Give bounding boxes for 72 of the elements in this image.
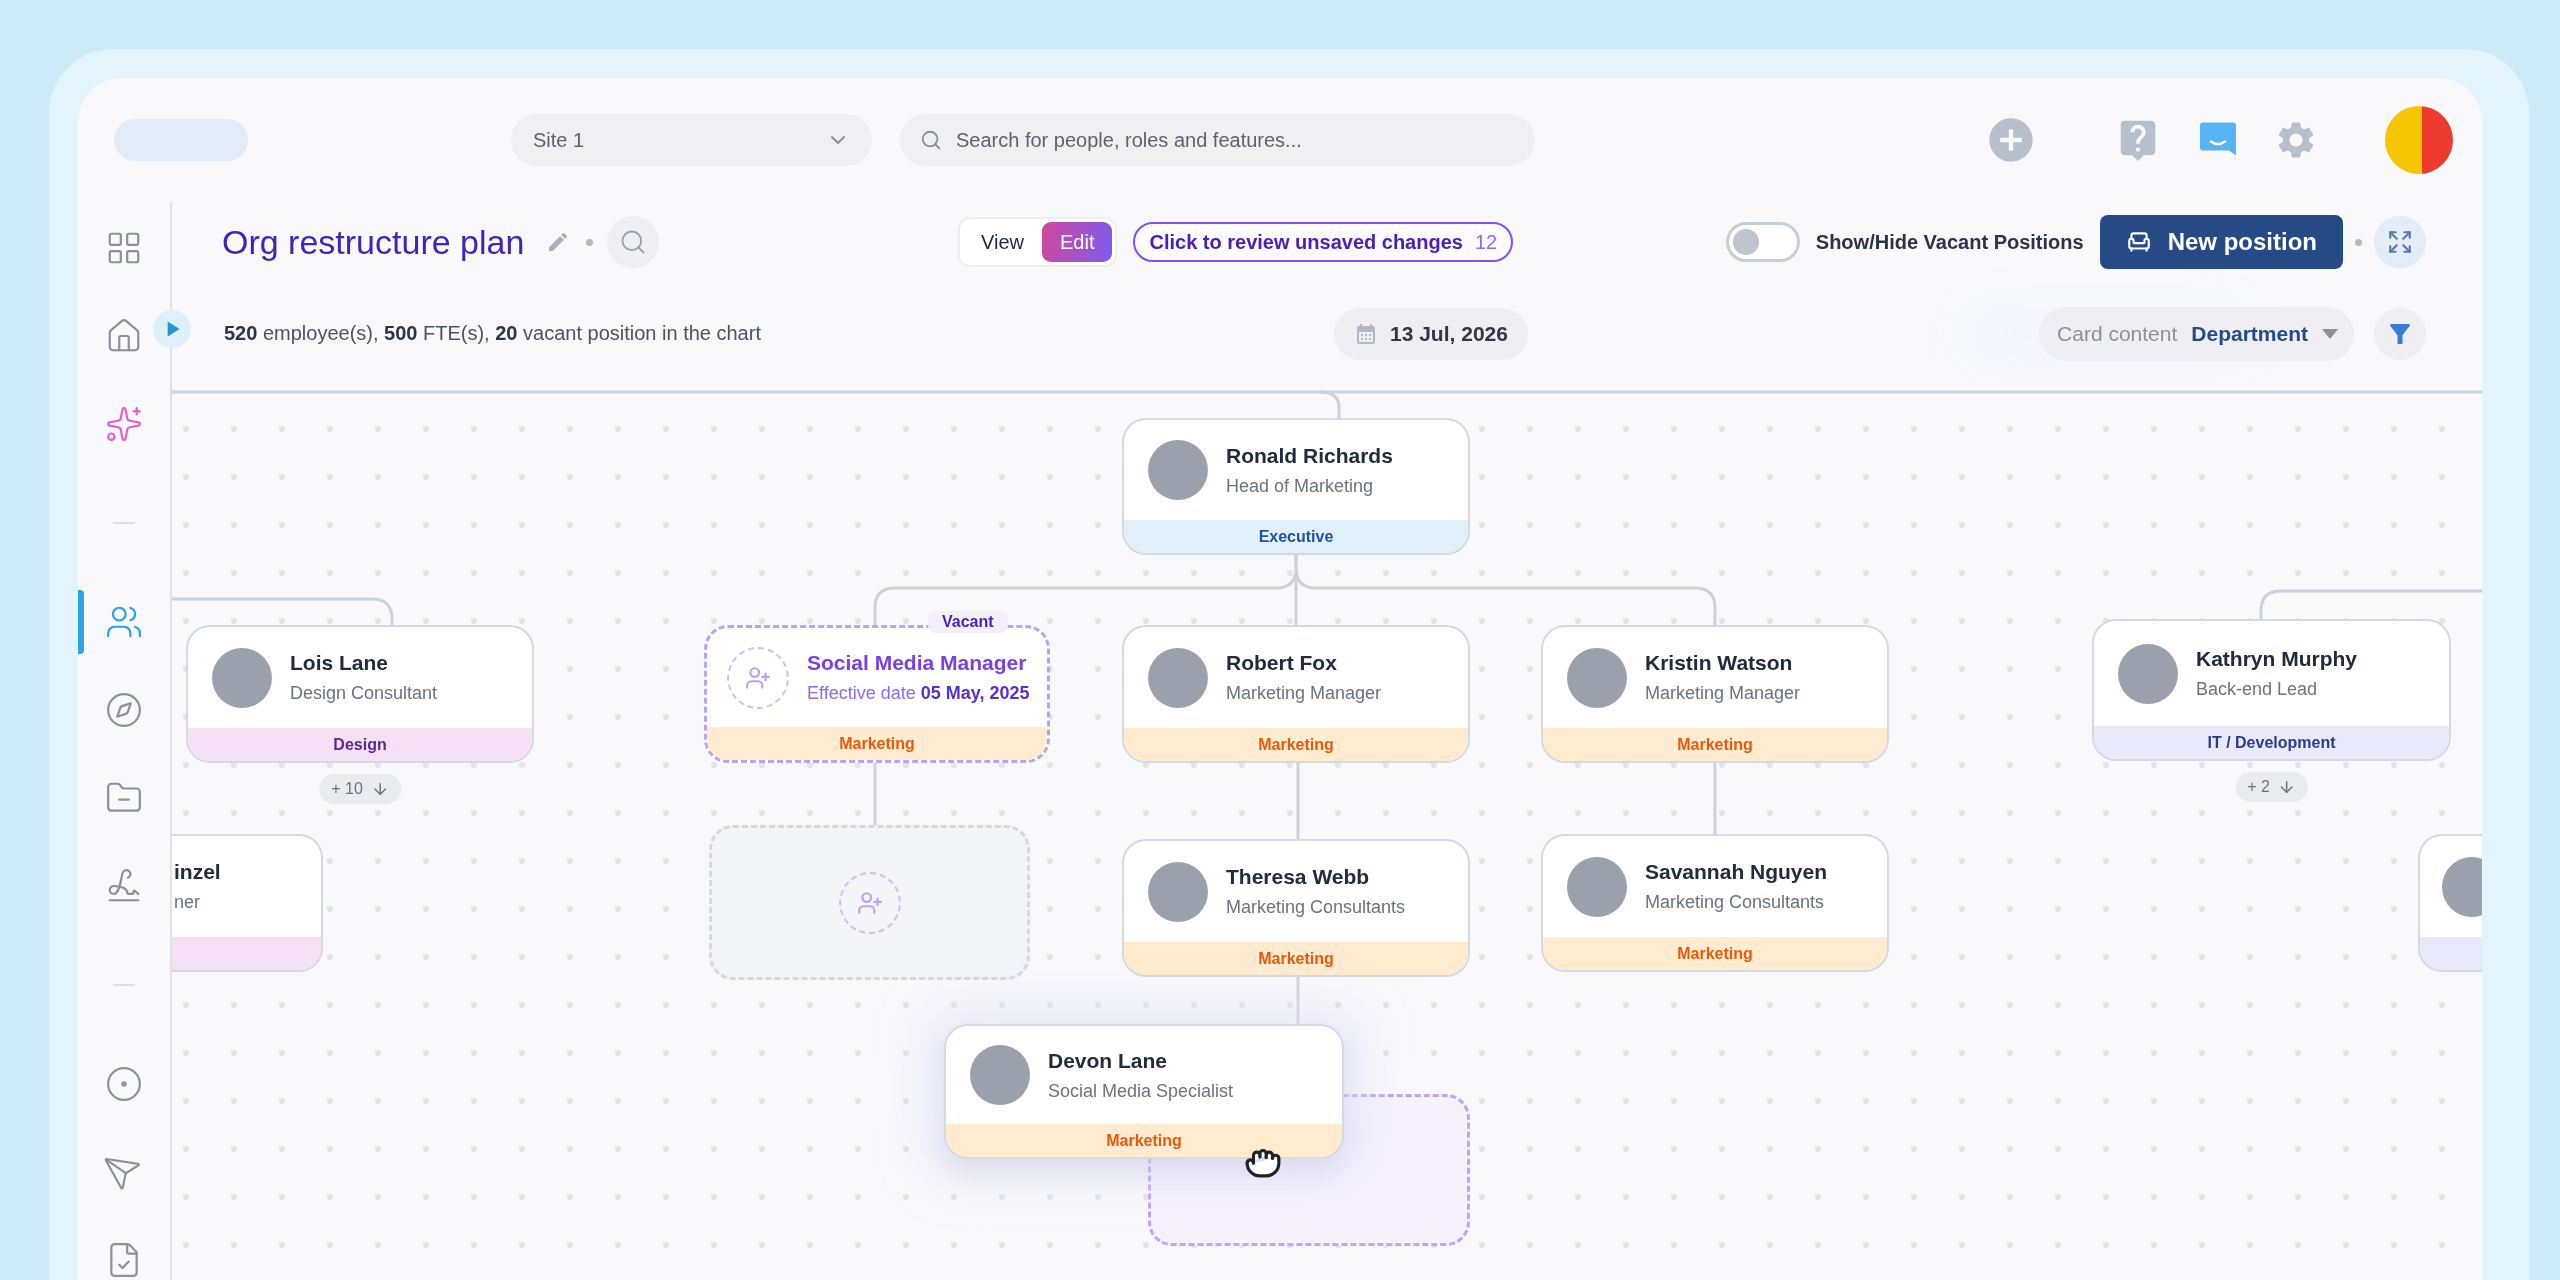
department-label: IT / Development: [2207, 733, 2336, 752]
person-card[interactable]: Kathryn Murphy Back-end Lead IT / Development: [2092, 619, 2451, 761]
fullscreen-button[interactable]: [2374, 216, 2426, 268]
person-card[interactable]: Devon Lane Social Media Specialist Marketing: [944, 1024, 1344, 1159]
person-card[interactable]: Kristin Watson Marketing Manager Marketing: [1541, 625, 1889, 763]
person-name: Savannah Nguyen: [1645, 860, 1828, 884]
toggle-label: Show/Hide Vacant Positions: [1815, 230, 2084, 254]
person-name: Devon Lane: [1048, 1048, 1169, 1073]
chair-icon: [2125, 229, 2152, 255]
person-role: Design Consultant: [290, 683, 438, 704]
search-field[interactable]: Search for people, roles and features...: [900, 114, 1535, 166]
search-icon: [920, 129, 942, 151]
plan-title: Org restructure plan: [222, 222, 525, 262]
review-changes-button[interactable]: Click to review unsaved changes 12: [1133, 222, 1514, 262]
person-name: inzel: [174, 860, 221, 884]
person-card[interactable]: Ronald Richards Head of Marketing Executive: [1122, 418, 1470, 555]
effective-date: Effective date 05 May, 2025: [807, 683, 1030, 704]
person-name: Lois Lane: [290, 651, 390, 675]
department-label: Marketing: [1258, 949, 1334, 968]
site-select[interactable]: Site 1: [511, 114, 872, 166]
connector-line: [1713, 763, 1717, 834]
department-label: Marketing: [1258, 735, 1334, 754]
person-name: Theresa Webb: [1226, 865, 1371, 889]
chart-summary: 520 employee(s), 500 FTE(s), 20 vacant position in the chart: [224, 322, 761, 344]
target-icon: [105, 1065, 143, 1103]
mode-tab[interactable]: Edit: [1042, 222, 1113, 262]
department-label: Design: [333, 735, 387, 754]
person-name: Robert Fox: [1226, 651, 1338, 675]
avatar: [1148, 440, 1208, 500]
person-card[interactable]: Robert Fox Marketing Manager Marketing: [1122, 625, 1470, 763]
sparkles-icon: [105, 405, 143, 443]
person-role: Marketing Manager: [1645, 683, 1801, 704]
person-role: Marketing Manager: [1226, 683, 1382, 704]
add-person-icon: [838, 871, 901, 934]
separator-dot: [2355, 238, 2362, 246]
department-label: Marketing: [839, 734, 915, 753]
person-role: Head of Marketing: [1226, 475, 1375, 497]
person-role: Social Media Specialist: [1048, 1080, 1234, 1102]
person-name: Ronald Richards: [1226, 443, 1393, 468]
person-role: ner: [174, 892, 201, 913]
mode-tab[interactable]: View: [963, 222, 1042, 262]
add-person-icon: [727, 646, 789, 709]
calendar-icon: [1354, 321, 1378, 346]
person-card[interactable]: Lois Lane Design Consultant Design: [186, 625, 534, 763]
connector-line: [1296, 977, 1300, 1024]
person-role: Marketing Consultants: [1226, 897, 1406, 918]
person-card[interactable]: Savannah Nguyen Marketing Consultants Marketing: [1541, 834, 1889, 972]
person-role: Back-end Lead: [2196, 679, 2319, 700]
separator-dot: [586, 238, 594, 246]
expand-icon: [2387, 229, 2413, 255]
expand-sidebar-button[interactable]: [153, 310, 191, 348]
department-label: Marketing: [1677, 735, 1753, 754]
position-title: Social Media Manager: [807, 651, 1028, 675]
department-label: Marketing: [1677, 944, 1753, 963]
new-position-button[interactable]: New position: [2099, 215, 2343, 269]
connector-line: [873, 763, 877, 825]
person-role: Marketing Consultants: [1645, 892, 1826, 913]
expand-reports-button[interactable]: + 10: [319, 774, 401, 804]
department-label: Executive: [1258, 527, 1334, 546]
person-card[interactable]: Theresa Webb Marketing Consultants Marketing: [1122, 839, 1470, 977]
vacant-toggle[interactable]: [1725, 222, 1800, 262]
avatar: [970, 1045, 1030, 1105]
card-content-select[interactable]: Card content Department: [2039, 306, 2354, 361]
person-card[interactable]: inzel ner: [172, 834, 323, 972]
expand-reports-button[interactable]: + 2: [2235, 772, 2308, 802]
person-name: Kristin Watson: [1645, 651, 1794, 675]
vacant-badge: Vacant: [928, 611, 1008, 633]
person-name: Kathryn Murphy: [2196, 647, 2357, 671]
compass-icon: [105, 691, 143, 729]
caret-icon: [2322, 328, 2338, 339]
date-picker[interactable]: 13 Jul, 2026: [1334, 307, 1528, 360]
department-label: Marketing: [1106, 1131, 1182, 1150]
